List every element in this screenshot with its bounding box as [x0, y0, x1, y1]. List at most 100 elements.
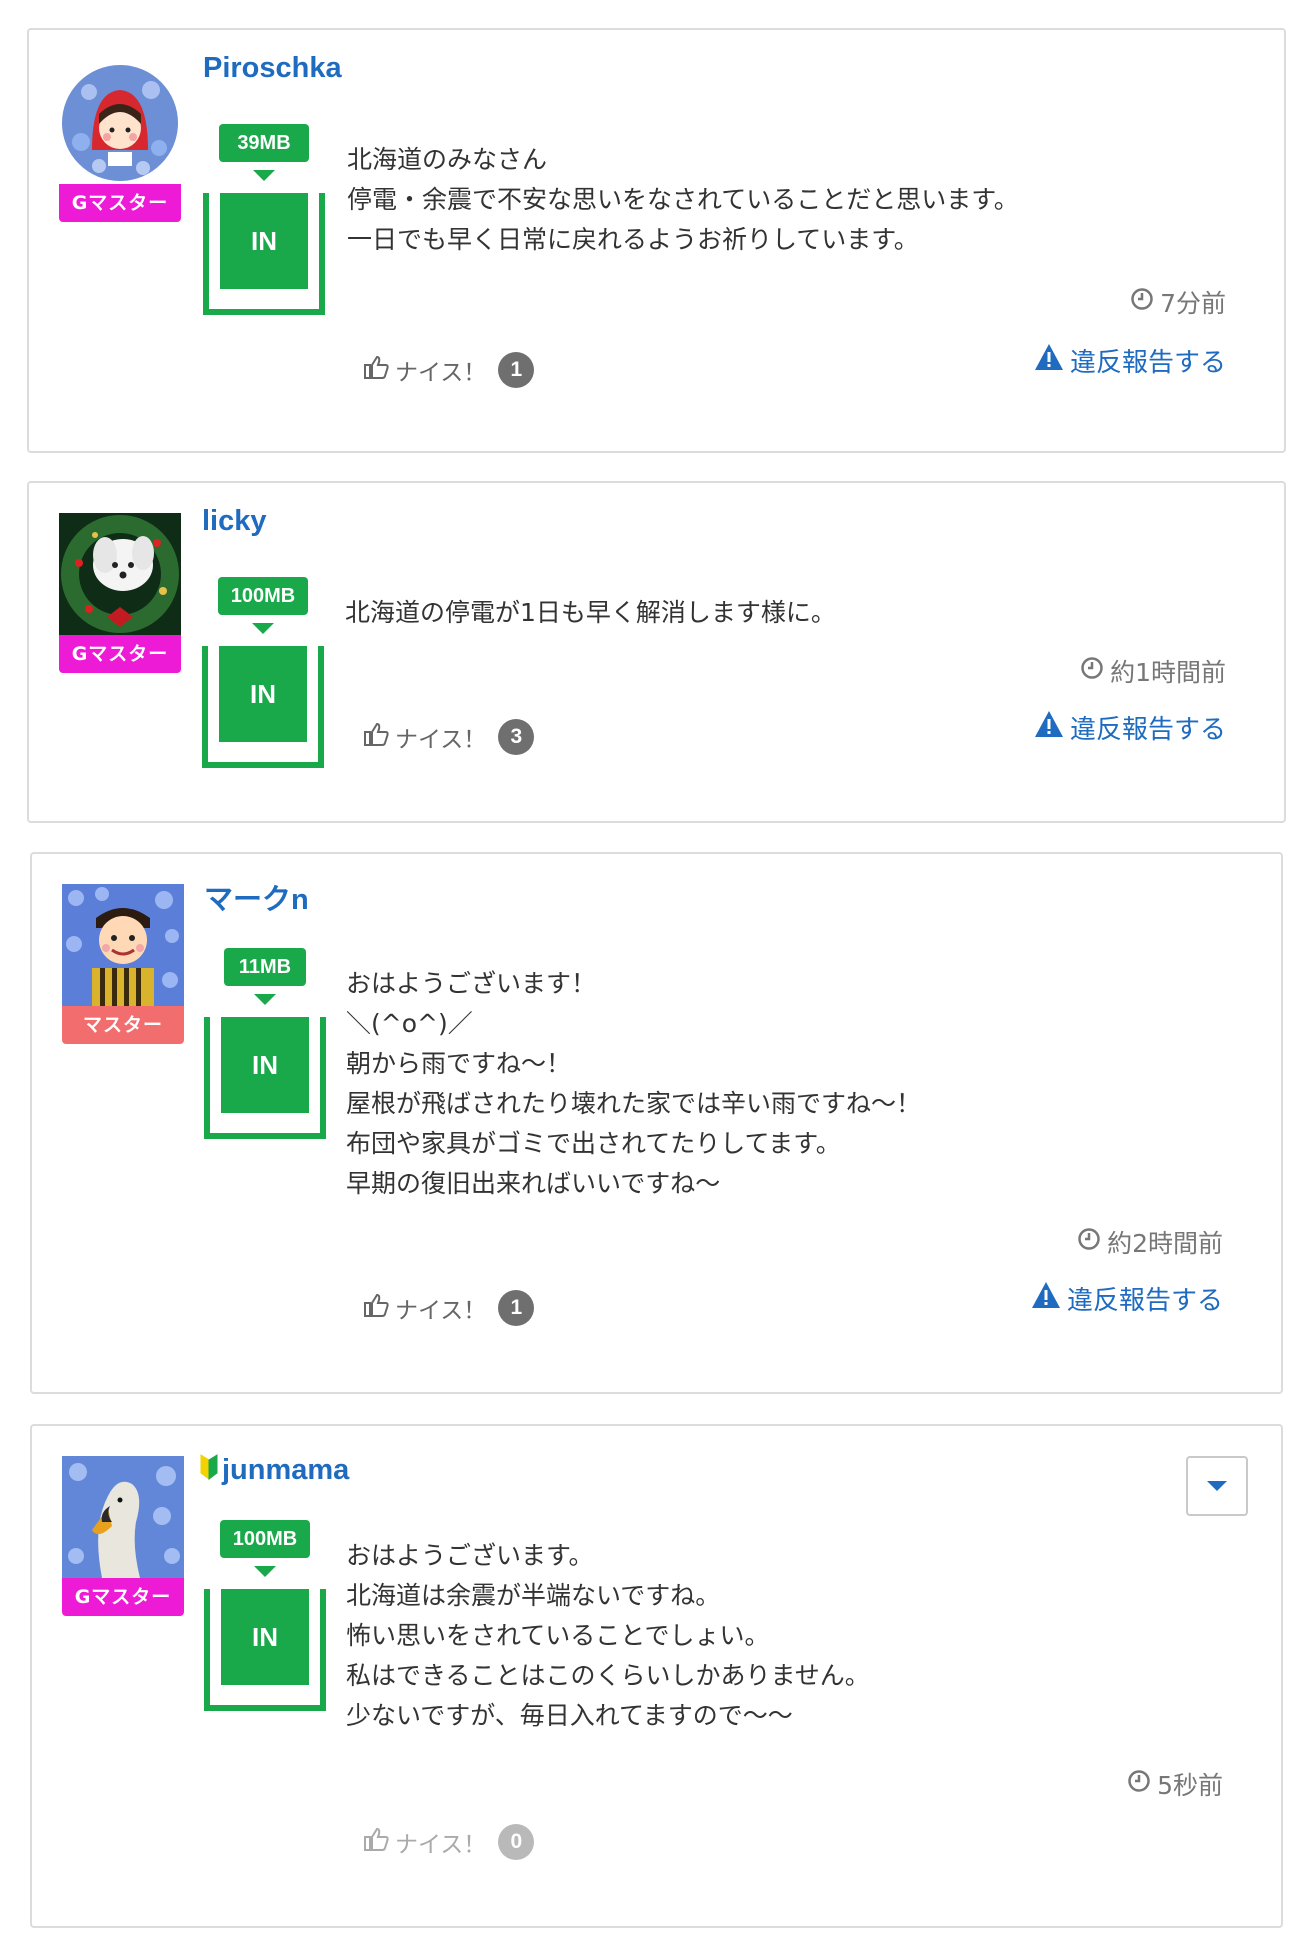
- message-line: 私はできることはこのくらいしかありません。: [346, 1661, 870, 1690]
- rank-badge: Gマスター: [59, 635, 181, 673]
- message-line: 布団や家具がゴミで出されてたりしてます。: [346, 1129, 841, 1158]
- message-line: 早期の復旧出来ればいいですね〜: [346, 1169, 721, 1198]
- user-avatar-block[interactable]: Gマスター: [62, 1456, 184, 1616]
- nice-count-badge: 0: [498, 1824, 535, 1860]
- time-text: 約2時間前: [1107, 1229, 1223, 1258]
- transfer-size-badge: 39MB: [219, 124, 309, 162]
- clock-icon: [1127, 1769, 1151, 1799]
- username-text[interactable]: junmama: [222, 1454, 349, 1486]
- username-link[interactable]: licky: [202, 505, 267, 538]
- thumbs-up-icon: [363, 722, 389, 752]
- message-line: おはようございます！: [346, 969, 597, 998]
- nice-count-badge: 3: [498, 719, 535, 755]
- in-box: IN: [204, 1017, 326, 1139]
- arrow-down-icon: [254, 994, 276, 1005]
- username-link[interactable]: Piroschka: [203, 52, 342, 85]
- message-line: 少ないですが、毎日入れてますので〜〜: [346, 1701, 793, 1730]
- nice-button[interactable]: ナイス！ 0: [363, 1824, 535, 1860]
- thumbs-up-icon: [363, 1293, 389, 1323]
- avatar[interactable]: [62, 884, 184, 1006]
- warning-icon: [1031, 1281, 1061, 1316]
- post-card: マスター マークn 11MB IN おはようございます！ ＼(^o^)／ 朝から…: [30, 852, 1283, 1394]
- post-card: Gマスター junmama 100MB IN おはようございます。 北海道は余震…: [30, 1424, 1283, 1928]
- message-line: 北海道のみなさん: [347, 145, 548, 174]
- nice-button[interactable]: ナイス！ 1: [363, 1290, 535, 1326]
- report-label: 違反報告する: [1069, 715, 1226, 745]
- in-label: IN: [221, 1589, 309, 1685]
- thumbs-up-icon: [363, 1827, 389, 1857]
- nice-button[interactable]: ナイス！ 1: [363, 352, 535, 388]
- message-line: ＼(^o^)／: [346, 1009, 473, 1038]
- message-line: 一日でも早く日常に戻れるようお祈りしています。: [347, 225, 919, 254]
- post-time: 5秒前: [1127, 1766, 1223, 1802]
- nice-label: ナイス！: [395, 1832, 487, 1858]
- nice-label: ナイス！: [395, 727, 487, 753]
- rank-badge: Gマスター: [62, 1578, 184, 1616]
- time-text: 約1時間前: [1110, 658, 1226, 687]
- report-link[interactable]: 違反報告する: [1031, 1280, 1223, 1317]
- message-line: 北海道の停電が1日も早く解消します様に。: [345, 598, 836, 627]
- report-label: 違反報告する: [1069, 348, 1226, 378]
- arrow-down-icon: [252, 623, 274, 634]
- arrow-down-icon: [254, 1566, 276, 1577]
- avatar[interactable]: [59, 513, 181, 635]
- in-label: IN: [219, 646, 307, 742]
- user-avatar-block[interactable]: Gマスター: [59, 62, 181, 222]
- transfer-indicator: 11MB IN: [204, 948, 326, 1139]
- beginner-mark-icon: [200, 1454, 218, 1488]
- report-link[interactable]: 違反報告する: [1034, 709, 1226, 746]
- transfer-indicator: 100MB IN: [204, 1520, 326, 1711]
- user-avatar-block[interactable]: マスター: [62, 884, 184, 1044]
- username-link[interactable]: マークn: [204, 876, 309, 918]
- transfer-indicator: 39MB IN: [203, 124, 325, 315]
- user-avatar-block[interactable]: Gマスター: [59, 513, 181, 673]
- post-message: おはようございます！ ＼(^o^)／ 朝から雨ですね〜！ 屋根が飛ばされたり壊れ…: [346, 964, 921, 1204]
- post-time: 約1時間前: [1080, 653, 1226, 689]
- message-line: 停電・余震で不安な思いをなされていることだと思います。: [347, 185, 1019, 214]
- nice-label: ナイス！: [395, 1298, 487, 1324]
- clock-icon: [1077, 1227, 1101, 1257]
- avatar[interactable]: [59, 62, 181, 184]
- transfer-size-badge: 11MB: [224, 948, 306, 986]
- report-label: 違反報告する: [1066, 1286, 1223, 1316]
- transfer-size-badge: 100MB: [218, 577, 308, 615]
- warning-icon: [1034, 343, 1064, 378]
- message-line: おはようございます。: [346, 1541, 594, 1570]
- post-time: 約2時間前: [1077, 1224, 1223, 1260]
- clock-icon: [1080, 656, 1104, 686]
- rank-badge: マスター: [62, 1006, 184, 1044]
- avatar[interactable]: [62, 1456, 184, 1578]
- nice-count-badge: 1: [498, 1290, 535, 1326]
- message-line: 怖い思いをされていることでしょい。: [346, 1621, 770, 1650]
- username-link[interactable]: junmama: [200, 1454, 349, 1488]
- message-line: 北海道は余震が半端ないですね。: [346, 1581, 721, 1610]
- in-box: IN: [203, 193, 325, 315]
- message-line: 屋根が飛ばされたり壊れた家では辛い雨ですね〜！: [346, 1089, 922, 1118]
- report-link[interactable]: 違反報告する: [1034, 342, 1226, 379]
- thumbs-up-icon: [363, 355, 389, 385]
- nice-button[interactable]: ナイス！ 3: [363, 719, 535, 755]
- nice-label: ナイス！: [395, 360, 487, 386]
- nice-count-badge: 1: [498, 352, 535, 388]
- in-box: IN: [202, 646, 324, 768]
- post-time: 7分前: [1130, 284, 1226, 320]
- message-line: 朝から雨ですね〜！: [346, 1049, 572, 1078]
- rank-badge: Gマスター: [59, 184, 181, 222]
- arrow-down-icon: [253, 170, 275, 181]
- post-message: 北海道の停電が1日も早く解消します様に。: [345, 593, 836, 633]
- in-box: IN: [204, 1589, 326, 1711]
- chevron-down-icon: [1207, 1481, 1227, 1491]
- time-text: 7分前: [1160, 289, 1226, 318]
- warning-icon: [1034, 710, 1064, 745]
- post-menu-button[interactable]: [1186, 1456, 1248, 1516]
- post-message: 北海道のみなさん 停電・余震で不安な思いをなされていることだと思います。 一日で…: [347, 140, 1019, 260]
- in-label: IN: [220, 193, 308, 289]
- clock-icon: [1130, 287, 1154, 317]
- transfer-indicator: 100MB IN: [202, 577, 324, 768]
- time-text: 5秒前: [1157, 1771, 1223, 1800]
- in-label: IN: [221, 1017, 309, 1113]
- transfer-size-badge: 100MB: [220, 1520, 310, 1558]
- post-card: Gマスター Piroschka 39MB IN 北海道のみなさん 停電・余震で不…: [27, 28, 1286, 453]
- post-message: おはようございます。 北海道は余震が半端ないですね。 怖い思いをされていることで…: [346, 1536, 870, 1736]
- post-card: Gマスター licky 100MB IN 北海道の停電が1日も早く解消します様に…: [27, 481, 1286, 823]
